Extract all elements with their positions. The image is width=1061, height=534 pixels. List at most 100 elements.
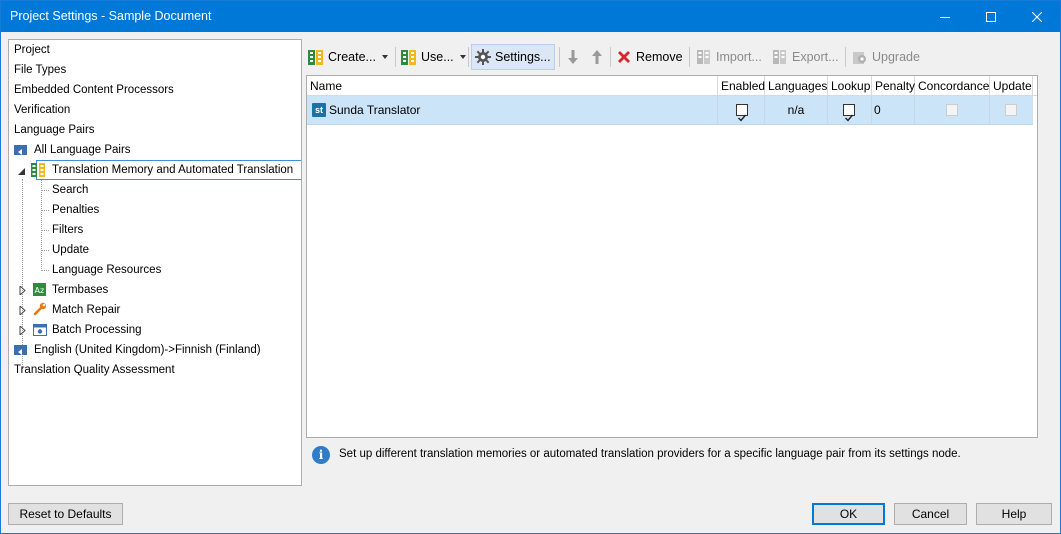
update-checkbox bbox=[1005, 104, 1017, 116]
concordance-checkbox bbox=[946, 104, 958, 116]
cell-name: st Sunda Translator bbox=[307, 96, 718, 124]
create-tm-icon bbox=[308, 50, 323, 65]
ok-button[interactable]: OK bbox=[812, 503, 885, 525]
info-icon: i bbox=[312, 446, 330, 464]
tree-item-label: All Language Pairs bbox=[34, 144, 131, 156]
enabled-checkbox[interactable] bbox=[736, 104, 748, 122]
gear-icon bbox=[475, 49, 491, 65]
tree-item-penalties[interactable]: Penalties bbox=[52, 201, 99, 220]
tree-item-translation-quality-assessment[interactable]: Translation Quality Assessment bbox=[14, 361, 175, 380]
tree-item-label: Project bbox=[14, 44, 50, 56]
close-icon bbox=[1032, 11, 1042, 22]
tree-item-label: Batch Processing bbox=[52, 324, 142, 336]
tree-item-match-repair[interactable]: Match Repair bbox=[52, 301, 120, 320]
column-header-lookup[interactable]: Lookup bbox=[828, 76, 872, 96]
tree-item-all-language-pairs[interactable]: All Language Pairs bbox=[14, 141, 214, 160]
use-label: Use... bbox=[421, 50, 454, 64]
tree-item-batch-processing[interactable]: Batch Processing bbox=[52, 321, 142, 340]
tm-providers-grid: Name Enabled Languages Lookup Penalty Co… bbox=[306, 75, 1038, 438]
expand-arrow-icon[interactable] bbox=[19, 286, 27, 295]
import-icon bbox=[697, 50, 710, 64]
cell-penalty: 0 bbox=[872, 96, 915, 124]
info-text: Set up different translation memories or… bbox=[339, 448, 961, 460]
create-label: Create... bbox=[328, 50, 376, 64]
remove-label: Remove bbox=[636, 50, 683, 64]
use-tm-icon bbox=[401, 50, 416, 65]
settings-tree[interactable]: Project File Types Embedded Content Proc… bbox=[8, 39, 302, 486]
minimize-button[interactable] bbox=[922, 1, 968, 32]
tree-item-label: Language Pairs bbox=[14, 124, 95, 136]
tree-item-verification[interactable]: Verification bbox=[14, 101, 70, 120]
tree-item-label: Language Resources bbox=[52, 264, 162, 276]
remove-button[interactable]: Remove bbox=[613, 44, 685, 70]
tree-item-label: Embedded Content Processors bbox=[14, 84, 174, 96]
column-header-enabled[interactable]: Enabled bbox=[718, 76, 765, 96]
column-header-languages[interactable]: Languages bbox=[765, 76, 828, 96]
dropdown-arrow-icon bbox=[459, 55, 466, 59]
check-icon bbox=[738, 114, 747, 122]
provider-name: Sunda Translator bbox=[329, 103, 421, 117]
expand-arrow-icon[interactable] bbox=[19, 326, 27, 335]
tree-item-update[interactable]: Update bbox=[52, 241, 89, 260]
tree-item-embedded-content-processors[interactable]: Embedded Content Processors bbox=[14, 81, 174, 100]
toolbar-separator bbox=[468, 47, 469, 67]
upgrade-button[interactable]: Upgrade bbox=[849, 44, 925, 70]
check-icon bbox=[845, 114, 854, 122]
minimize-icon bbox=[940, 16, 950, 18]
close-button[interactable] bbox=[1014, 1, 1060, 32]
arrow-down-icon bbox=[568, 50, 578, 64]
tree-item-label: Update bbox=[52, 244, 90, 256]
penalty-value: 0 bbox=[874, 103, 881, 117]
tree-item-label: Translation Memory and Automated Transla… bbox=[52, 164, 294, 176]
tree-item-search[interactable]: Search bbox=[52, 181, 88, 200]
tree-item-label: File Types bbox=[14, 64, 67, 76]
tree-item-project[interactable]: Project bbox=[14, 41, 50, 60]
tree-item-language-pairs[interactable]: Language Pairs bbox=[14, 121, 95, 140]
tree-item-label: Verification bbox=[14, 104, 71, 116]
column-header-update[interactable]: Update bbox=[990, 76, 1033, 96]
cell-enabled bbox=[718, 96, 765, 124]
column-header-penalty[interactable]: Penalty bbox=[872, 76, 915, 96]
move-up-button[interactable] bbox=[587, 44, 607, 70]
cell-concordance bbox=[915, 96, 990, 124]
tree-item-english-finnish[interactable]: English (United Kingdom)->Finnish (Finla… bbox=[14, 341, 261, 360]
help-button[interactable]: Help bbox=[976, 503, 1052, 525]
export-button[interactable]: Export... bbox=[769, 44, 841, 70]
tree-item-termbases[interactable]: Termbases bbox=[52, 281, 108, 300]
tree-item-label: Search bbox=[52, 184, 89, 196]
column-header-name[interactable]: Name bbox=[307, 76, 718, 96]
cancel-button[interactable]: Cancel bbox=[894, 503, 967, 525]
tree-item-label: Penalties bbox=[52, 204, 100, 216]
tree-item-filters[interactable]: Filters bbox=[52, 221, 83, 240]
table-row[interactable]: st Sunda Translator n/a 0 bbox=[307, 96, 1033, 125]
toolbar-separator bbox=[689, 47, 690, 67]
toolbar-separator bbox=[610, 47, 611, 67]
export-label: Export... bbox=[792, 50, 839, 64]
collapse-arrow-icon[interactable] bbox=[18, 167, 26, 176]
tm-toolbar: Create... Use... Settings... Remove Impo… bbox=[305, 44, 1055, 70]
toolbar-separator bbox=[395, 47, 396, 67]
create-button[interactable]: Create... bbox=[305, 44, 391, 70]
maximize-icon bbox=[986, 11, 996, 22]
expand-arrow-icon[interactable] bbox=[19, 306, 27, 315]
tree-connector bbox=[41, 180, 42, 271]
tree-item-language-resources[interactable]: Language Resources bbox=[52, 261, 161, 280]
title-bar: Project Settings - Sample Document bbox=[1, 1, 1060, 32]
maximize-button[interactable] bbox=[968, 1, 1014, 32]
tree-item-file-types[interactable]: File Types bbox=[14, 61, 66, 80]
window-title: Project Settings - Sample Document bbox=[10, 9, 212, 23]
move-down-button[interactable] bbox=[563, 44, 583, 70]
reset-to-defaults-button[interactable]: Reset to Defaults bbox=[8, 503, 123, 525]
column-header-concordance[interactable]: Concordance bbox=[915, 76, 990, 96]
lookup-checkbox[interactable] bbox=[843, 104, 855, 122]
settings-button[interactable]: Settings... bbox=[471, 44, 555, 70]
upgrade-label: Upgrade bbox=[872, 50, 920, 64]
tree-item-label: Filters bbox=[52, 224, 84, 236]
use-button[interactable]: Use... bbox=[398, 44, 466, 70]
settings-label: Settings... bbox=[495, 50, 551, 64]
import-button[interactable]: Import... bbox=[693, 44, 765, 70]
remove-icon bbox=[618, 51, 630, 63]
languages-value: n/a bbox=[787, 103, 805, 117]
language-pair-icon bbox=[14, 345, 27, 355]
tm-icon bbox=[31, 163, 46, 177]
